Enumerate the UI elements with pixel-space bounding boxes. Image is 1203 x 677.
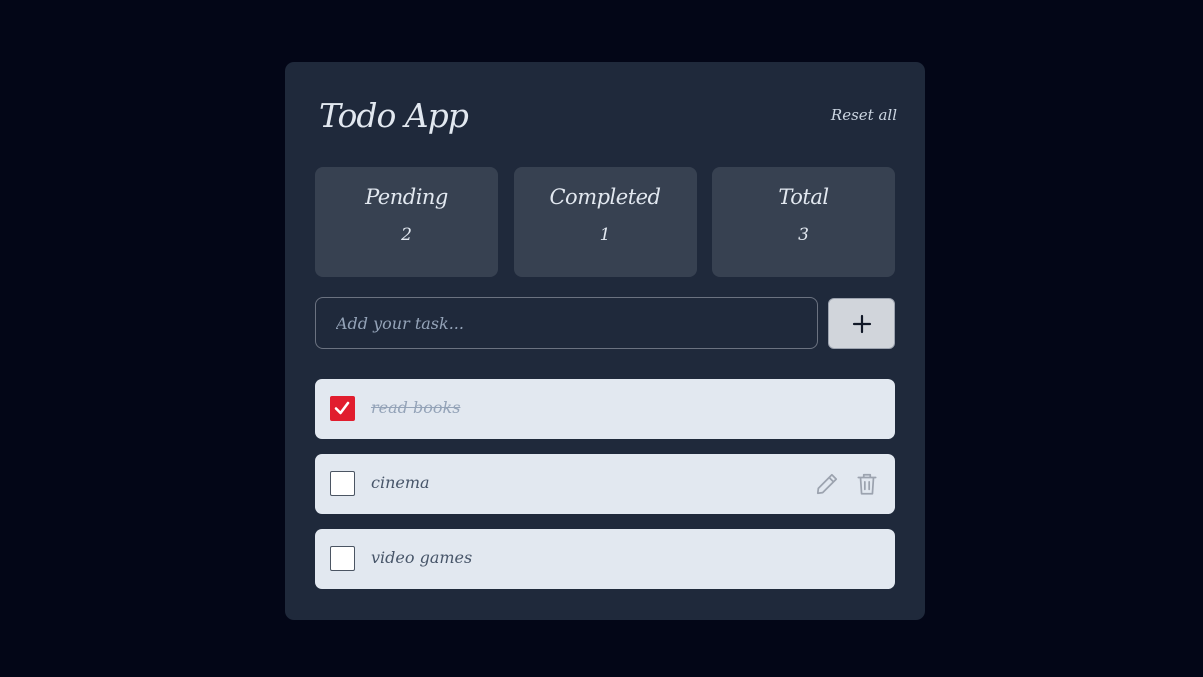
stats-row: Pending 2 Completed 1 Total 3 [315,167,895,277]
todo-checkbox[interactable] [330,396,355,421]
stat-pending-label: Pending [365,185,448,209]
todo-item: cinema [315,454,895,514]
plus-icon [852,314,871,333]
add-task-button[interactable] [828,298,895,349]
todo-text: read books [371,398,461,417]
todo-card: Todo App Reset all Pending 2 Completed 1… [285,62,925,620]
stat-total-value: 3 [798,225,809,245]
stat-pending: Pending 2 [315,167,498,277]
task-input[interactable] [315,297,818,349]
todo-text: video games [371,548,473,567]
reset-all-button[interactable]: Reset all [831,106,897,124]
stat-total: Total 3 [712,167,895,277]
stat-pending-value: 2 [401,225,412,245]
checkmark-icon [334,401,350,415]
stat-completed-value: 1 [599,225,611,245]
todo-item: read books [315,379,895,439]
trash-icon[interactable] [854,471,880,497]
app-title: Todo App [319,96,469,135]
todo-checkbox[interactable] [330,546,355,571]
add-task-row [315,297,895,349]
todo-checkbox[interactable] [330,471,355,496]
pencil-icon[interactable] [814,471,840,497]
todo-list: read books cinema video games [315,379,895,604]
stat-completed-label: Completed [549,185,661,209]
stat-total-label: Total [778,185,829,209]
stat-completed: Completed 1 [513,167,697,277]
todo-item: video games [315,529,895,589]
todo-text: cinema [371,473,430,492]
